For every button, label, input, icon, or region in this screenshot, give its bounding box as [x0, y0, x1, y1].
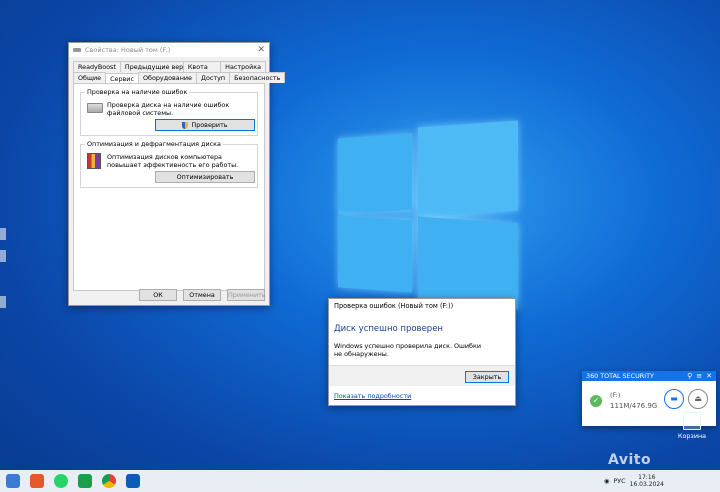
close-icon[interactable]: ✕: [706, 371, 712, 381]
tab-general[interactable]: Общие: [73, 72, 107, 83]
search-icon[interactable]: ⚲: [687, 371, 692, 381]
check-button[interactable]: Проверить: [155, 119, 255, 131]
error-check-group: Проверка на наличие ошибок Проверка диск…: [80, 88, 258, 136]
dialog-heading: Диск успешно проверен: [334, 324, 443, 334]
ok-button[interactable]: ОК: [139, 289, 177, 301]
taskbar: ◉ РУС 17:16 16.03.2024: [0, 470, 720, 492]
tab-quota[interactable]: Квота: [182, 61, 222, 72]
show-details-link[interactable]: Показать подробности: [334, 392, 411, 400]
clock-date: 16.03.2024: [629, 481, 664, 488]
properties-window: Свойства: Новый том (F:) ✕ ReadyBoost Пр…: [68, 42, 286, 306]
clock[interactable]: 17:16 16.03.2024: [630, 474, 664, 488]
optimize-button[interactable]: Оптимизировать: [155, 171, 255, 183]
tab-readyboost[interactable]: ReadyBoost: [73, 61, 121, 72]
eject-icon[interactable]: ⏏: [688, 389, 708, 409]
apply-button[interactable]: Применить: [227, 289, 266, 301]
tab-hardware[interactable]: Оборудование: [137, 72, 197, 83]
system-tray: ◉ РУС 17:16 16.03.2024: [604, 474, 720, 488]
drive-label: (F:): [610, 391, 621, 399]
tab-previous-versions[interactable]: Предыдущие версии: [119, 61, 195, 72]
desktop-icon-edge[interactable]: [0, 228, 6, 240]
chrome-icon[interactable]: [98, 470, 120, 492]
whatsapp-icon[interactable]: [50, 470, 72, 492]
check-button-label: Проверить: [191, 121, 228, 129]
check-circle-icon: ✓: [590, 395, 602, 407]
window-title: Свойства: Новый том (F:): [85, 46, 171, 54]
dialog-footer: ОК Отмена Применить: [139, 289, 266, 301]
error-check-text: Проверка диска на наличие ошибок файлово…: [107, 101, 230, 117]
desktop-icon-edge[interactable]: [0, 250, 6, 262]
wallpaper-logo-pane: [338, 133, 412, 215]
wallpaper-logo-pane: [418, 120, 518, 218]
tab-security[interactable]: Безопасность: [229, 72, 286, 83]
recycle-bin-label: Корзина: [677, 432, 707, 440]
taskbar-app-1[interactable]: [2, 470, 24, 492]
folder-icon[interactable]: ▬: [664, 389, 684, 409]
menu-icon[interactable]: ≡: [696, 371, 702, 381]
wallpaper-logo-pane: [418, 216, 518, 310]
hard-drive-icon: [87, 103, 103, 113]
tab-strip: ReadyBoost Предыдущие версии Квота Настр…: [69, 57, 286, 84]
recycle-bin-icon: [683, 412, 701, 430]
properties-titlebar[interactable]: Свойства: Новый том (F:) ✕: [69, 43, 269, 57]
check-result-dialog: Проверка ошибок (Новый том (F:)) Диск ус…: [328, 298, 516, 406]
drive-icon: [73, 48, 81, 52]
taskbar-app-6[interactable]: [122, 470, 144, 492]
dialog-title[interactable]: Проверка ошибок (Новый том (F:)): [329, 299, 515, 316]
security-widget-header: 360 TOTAL SECURITY ⚲ ≡ ✕: [582, 371, 716, 381]
security-widget-title: 360 TOTAL SECURITY: [586, 372, 654, 380]
taskbar-app-2[interactable]: [26, 470, 48, 492]
tab-sharing[interactable]: Доступ: [195, 72, 231, 83]
tab-panel: Проверка на наличие ошибок Проверка диск…: [73, 83, 265, 291]
uac-shield-icon: [182, 121, 189, 129]
clock-time: 17:16: [638, 474, 656, 481]
language-indicator[interactable]: РУС: [613, 477, 625, 485]
dialog-button-bar: Закрыть: [329, 365, 515, 386]
cancel-button[interactable]: Отмена: [183, 289, 221, 301]
error-check-legend: Проверка на наличие ошибок: [85, 88, 190, 96]
defrag-icon: [87, 153, 101, 169]
watermark-logo: Avito: [608, 452, 652, 468]
drive-usage: 111M/476.9G: [610, 402, 658, 410]
taskbar-app-4[interactable]: [74, 470, 96, 492]
optimize-group: Оптимизация и дефрагментация диска Оптим…: [80, 140, 258, 188]
desktop-icon-edge[interactable]: [0, 296, 6, 308]
close-icon[interactable]: ✕: [257, 45, 265, 55]
tab-customize[interactable]: Настройка: [220, 61, 266, 72]
optimize-text: Оптимизация дисков компьютера повышает э…: [107, 153, 239, 169]
recycle-bin[interactable]: Корзина: [676, 412, 708, 440]
close-button[interactable]: Закрыть: [465, 371, 509, 383]
dialog-message: Windows успешно проверила диск. Ошибки н…: [334, 342, 482, 358]
optimize-legend: Оптимизация и дефрагментация диска: [85, 140, 223, 148]
tray-app-icon[interactable]: ◉: [604, 477, 610, 485]
wallpaper-logo-pane: [338, 215, 412, 293]
